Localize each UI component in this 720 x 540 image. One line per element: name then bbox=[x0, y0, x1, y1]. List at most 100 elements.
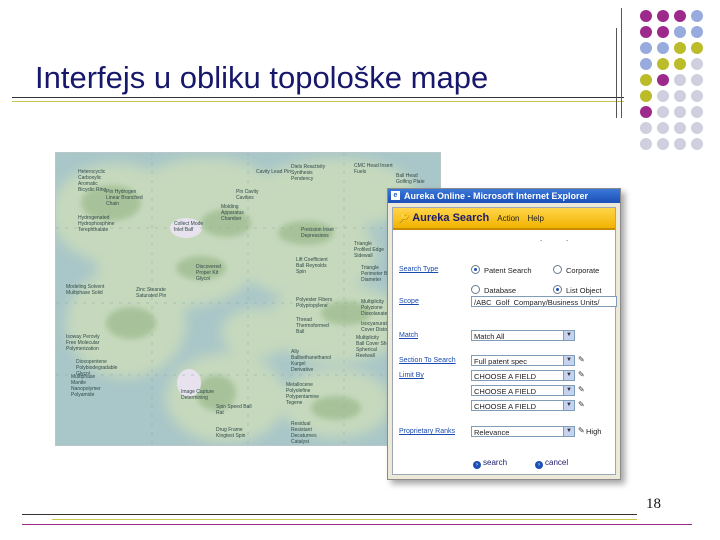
map-region-label: Zinc Stearate Saturated Pin bbox=[136, 287, 167, 299]
scope-label[interactable]: Scope bbox=[399, 298, 419, 305]
browser-window-title: Aureka Online - Microsoft Internet Explo… bbox=[404, 191, 589, 201]
browser-title-bar: e Aureka Online - Microsoft Internet Exp… bbox=[388, 189, 620, 203]
radio-icon bbox=[471, 285, 480, 294]
app-name: Aureka Search bbox=[412, 212, 490, 224]
map-region-label: Polyester Fibers Polypropylene bbox=[296, 297, 333, 309]
radio-patent-search[interactable]: Patent Search bbox=[471, 265, 532, 275]
map-region-label: Modeling Solvent Multiphase Solid bbox=[66, 284, 105, 296]
pencil-icon[interactable]: ✎ bbox=[578, 400, 585, 409]
dot-row: . . bbox=[393, 230, 615, 250]
limit-by-label[interactable]: Limit By bbox=[399, 372, 424, 379]
search-type-row: Search Type Patent Search Corporate bbox=[393, 264, 615, 278]
match-label[interactable]: Match bbox=[399, 332, 418, 339]
pencil-icon[interactable]: ✎ bbox=[578, 426, 585, 435]
decorative-dot bbox=[674, 10, 686, 22]
decorative-dot bbox=[640, 42, 652, 54]
radio-icon bbox=[553, 285, 562, 294]
map-region-label: Cavity Lead Pin bbox=[256, 169, 291, 175]
section-select[interactable]: Full patent spec ▼ bbox=[471, 355, 575, 366]
decorative-dot bbox=[691, 106, 703, 118]
chevron-down-icon: ▼ bbox=[563, 331, 574, 340]
dot-marker: . bbox=[566, 234, 569, 243]
title-rule bbox=[12, 97, 624, 98]
radio-icon bbox=[471, 265, 480, 274]
cancel-button[interactable]: › cancel bbox=[535, 458, 568, 469]
page-number: 18 bbox=[646, 496, 661, 512]
match-select[interactable]: Match All ▼ bbox=[471, 330, 575, 341]
search-button[interactable]: › search bbox=[473, 458, 507, 469]
decorative-dot bbox=[674, 138, 686, 150]
radio-label: Database bbox=[484, 286, 517, 295]
decorative-dot bbox=[657, 58, 669, 70]
decorative-dot bbox=[691, 122, 703, 134]
title-rule-accent bbox=[12, 101, 624, 102]
chevron-down-icon: ▼ bbox=[563, 401, 574, 410]
decorative-dot bbox=[657, 74, 669, 86]
decorative-dot bbox=[674, 122, 686, 134]
radio-corporate[interactable]: Corporate bbox=[553, 265, 599, 275]
cancel-button-label: cancel bbox=[545, 458, 569, 467]
search-key-icon: 🔑 bbox=[398, 212, 410, 223]
decorative-dot bbox=[640, 106, 652, 118]
decorative-dot bbox=[640, 58, 652, 70]
section-row: Section To Search Full patent spec ▼ ✎ bbox=[393, 355, 615, 369]
decorative-dot bbox=[674, 74, 686, 86]
select-value: Relevance bbox=[474, 428, 510, 437]
footer-rule bbox=[22, 514, 637, 515]
limit-select-1[interactable]: CHOOSE A FIELD ▼ bbox=[471, 370, 575, 381]
select-value: Match All bbox=[474, 332, 505, 341]
proprietary-select[interactable]: Relevance ▼ bbox=[471, 426, 575, 437]
browser-window: e Aureka Online - Microsoft Internet Exp… bbox=[387, 188, 621, 480]
radio-list-object[interactable]: List Object bbox=[553, 285, 601, 295]
decorative-dot bbox=[691, 138, 703, 150]
slide-title: Interfejs u obliku topološke mape bbox=[35, 60, 489, 95]
decorative-dot bbox=[657, 42, 669, 54]
browser-content: 🔑 Aureka Search Action Help . . Search T… bbox=[392, 207, 617, 475]
topological-map: Heterocyclic Carboxylic Aromatic Bicyclic R… bbox=[55, 152, 441, 446]
radio-icon bbox=[553, 265, 562, 274]
limit-row-3: CHOOSE A FIELD ▼ ✎ bbox=[393, 400, 615, 414]
decorative-dot bbox=[657, 122, 669, 134]
decorative-dot bbox=[691, 90, 703, 102]
limit-row-2: CHOOSE A FIELD ▼ ✎ bbox=[393, 385, 615, 399]
chevron-down-icon: ▼ bbox=[563, 386, 574, 395]
pencil-icon[interactable]: ✎ bbox=[578, 370, 585, 379]
decorative-dot bbox=[674, 106, 686, 118]
footer-rule-thin bbox=[22, 524, 692, 525]
decorative-dot bbox=[657, 26, 669, 38]
cancel-arrow-icon: › bbox=[535, 461, 543, 469]
corner-vline-accent bbox=[621, 8, 622, 118]
ie-icon: e bbox=[391, 191, 400, 200]
search-type-label[interactable]: Search Type bbox=[399, 266, 438, 273]
decorative-dot bbox=[674, 90, 686, 102]
pencil-icon[interactable]: ✎ bbox=[578, 385, 585, 394]
limit-select-3[interactable]: CHOOSE A FIELD ▼ bbox=[471, 400, 575, 411]
corner-vline bbox=[616, 28, 617, 118]
map-canvas: Heterocyclic Carboxylic Aromatic Bicyclic R… bbox=[56, 153, 440, 445]
decorative-dot bbox=[640, 26, 652, 38]
menu-action[interactable]: Action bbox=[497, 214, 519, 223]
radio-database[interactable]: Database bbox=[471, 285, 516, 295]
select-value: Full patent spec bbox=[474, 357, 527, 366]
decorative-dot bbox=[691, 42, 703, 54]
menu-help[interactable]: Help bbox=[528, 214, 544, 223]
decorative-dot bbox=[640, 90, 652, 102]
decorative-dot bbox=[674, 42, 686, 54]
dot-marker: . bbox=[540, 234, 543, 243]
app-toolbar: 🔑 Aureka Search Action Help bbox=[393, 208, 615, 230]
decorative-dot bbox=[691, 74, 703, 86]
map-region-label: Isoway Perovly Free Molecular Polymerizati… bbox=[66, 334, 100, 352]
select-value: CHOOSE A FIELD bbox=[474, 402, 537, 411]
limit-select-2[interactable]: CHOOSE A FIELD ▼ bbox=[471, 385, 575, 396]
section-label[interactable]: Section To Search bbox=[399, 357, 456, 364]
chevron-down-icon: ▼ bbox=[563, 371, 574, 380]
decorative-dot bbox=[657, 10, 669, 22]
radio-label: Corporate bbox=[566, 266, 600, 275]
match-row: Match Match All ▼ bbox=[393, 330, 615, 344]
scope-input[interactable]: /ABC_Golf_Company/Business Units/ bbox=[471, 296, 617, 307]
radio-label: List Object bbox=[566, 286, 602, 295]
proprietary-label[interactable]: Proprietary Ranks bbox=[399, 428, 455, 435]
pencil-icon[interactable]: ✎ bbox=[578, 355, 585, 364]
decorative-dot bbox=[657, 90, 669, 102]
chevron-down-icon: ▼ bbox=[563, 356, 574, 365]
